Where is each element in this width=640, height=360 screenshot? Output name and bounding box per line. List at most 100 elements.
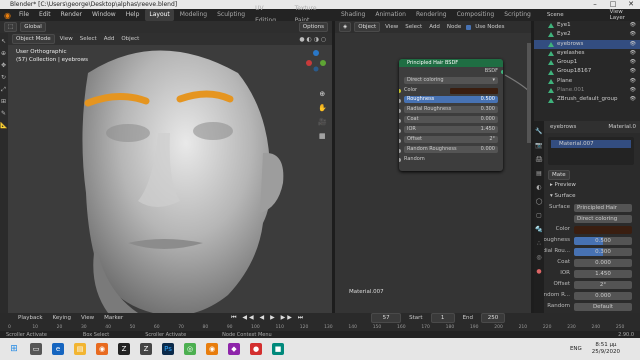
outliner-item[interactable]: Group1 👁 <box>534 58 640 67</box>
material-browse[interactable]: Mate <box>548 169 570 180</box>
outliner-item[interactable]: ZBrush_default_group 👁 <box>534 95 640 104</box>
measure-icon[interactable]: 📐 <box>0 122 7 129</box>
input-socket[interactable] <box>399 108 401 113</box>
node-header[interactable]: Principled Hair BSDF <box>399 59 503 67</box>
visibility-eye-icon[interactable]: 👁 <box>630 86 636 95</box>
blender-taskbar-icon[interactable]: ◉ <box>206 343 218 355</box>
visibility-eye-icon[interactable]: 👁 <box>630 58 636 67</box>
file-explorer-icon[interactable]: ▤ <box>74 343 86 355</box>
transform-orientation-dropdown[interactable]: Global <box>20 22 46 32</box>
property-field[interactable] <box>574 225 632 234</box>
property-field[interactable]: 0.000 <box>574 258 632 267</box>
input-socket[interactable] <box>399 118 401 123</box>
timeline-menu-playback[interactable]: Playback <box>16 315 45 321</box>
timeline-ruler[interactable]: 0 10 20 30 40 50 60 70 80 90 100 110 120 130 140 150 160… <box>0 323 640 331</box>
grid-icon[interactable]: ▦ <box>318 129 327 143</box>
view-layer-tab-icon[interactable]: ▤ <box>534 167 544 181</box>
menu-file[interactable]: File <box>15 9 33 21</box>
viewport-menu-select[interactable]: Select <box>78 36 99 42</box>
input-socket[interactable] <box>399 148 401 153</box>
visibility-eye-icon[interactable]: 👁 <box>630 77 636 86</box>
node-input-field[interactable]: Random Roughness 0.000 <box>404 146 498 153</box>
menu-window[interactable]: Window <box>88 9 120 21</box>
node-menu-node[interactable]: Node <box>445 24 463 30</box>
zbrush-alt-icon[interactable]: Z <box>140 343 152 355</box>
app-icon-9[interactable]: ◆ <box>228 343 240 355</box>
visibility-eye-icon[interactable]: 👁 <box>630 67 636 76</box>
timeline-menu-keying[interactable]: Keying <box>51 315 73 321</box>
input-socket[interactable] <box>399 138 401 143</box>
input-socket[interactable] <box>399 88 401 93</box>
camera-icon[interactable]: 🎥 <box>318 115 327 129</box>
visibility-eye-icon[interactable]: 👁 <box>630 49 636 58</box>
object-tab-icon[interactable]: ▢ <box>534 209 544 223</box>
input-socket[interactable] <box>399 128 401 133</box>
blender-logo-icon[interactable]: ◉ <box>4 11 11 20</box>
rotate-icon[interactable]: ↻ <box>0 74 7 81</box>
preview-panel-header[interactable]: ▸ Preview <box>534 180 640 191</box>
property-field[interactable]: 0.300 <box>574 247 632 256</box>
property-field[interactable]: 1.450 <box>574 269 632 278</box>
input-socket[interactable] <box>399 157 401 162</box>
node-input-field[interactable]: Radial Roughness 0.300 <box>404 106 498 113</box>
current-frame-field[interactable]: 57 <box>371 313 402 323</box>
mode-dropdown[interactable]: Object Mode <box>12 34 55 44</box>
shader-type-dropdown[interactable]: Object <box>354 22 381 32</box>
workspace-tab-shading[interactable]: Shading <box>337 9 369 21</box>
property-field[interactable]: 0.500 <box>574 236 632 245</box>
taskbar-language[interactable]: ENG <box>570 346 582 352</box>
workspace-tab-sculpting[interactable]: Sculpting <box>213 9 249 21</box>
viewport-menu-object[interactable]: Object <box>119 36 141 42</box>
material-tab[interactable]: Material.0 <box>608 124 636 130</box>
visibility-eye-icon[interactable]: 👁 <box>630 95 636 104</box>
menu-help[interactable]: Help <box>122 9 144 21</box>
menu-edit[interactable]: Edit <box>35 9 55 21</box>
scene-tab-icon[interactable]: ◐ <box>534 181 544 195</box>
app-icon-10[interactable]: ● <box>250 343 262 355</box>
chrome-icon[interactable]: ◎ <box>184 343 196 355</box>
node-input-field[interactable]: Coat 0.000 <box>404 116 498 123</box>
node-input-field[interactable]: IOR 1.450 <box>404 126 498 133</box>
workspace-tab-compositing[interactable]: Compositing <box>453 9 499 21</box>
material-tab-icon[interactable]: ● <box>534 265 544 279</box>
pan-hand-icon[interactable]: ✋ <box>318 101 327 115</box>
playback-controls[interactable]: ⏮ ◀◀ ◀ ▶ ▶▶ ⏭ <box>231 314 305 322</box>
windows-start-icon[interactable]: ⊞ <box>8 343 20 355</box>
coloring-dropdown[interactable]: Direct coloring <box>574 214 632 223</box>
select-box-icon[interactable]: ↖ <box>0 38 7 45</box>
node-menu-add[interactable]: Add <box>427 24 442 30</box>
bsdf-output-socket[interactable] <box>501 69 503 74</box>
timeline-menu-marker[interactable]: Marker <box>102 315 125 321</box>
node-input-field[interactable]: Roughness 0.500 <box>404 96 498 103</box>
node-input-field[interactable]: Offset 2° <box>404 136 498 143</box>
move-icon[interactable]: ✥ <box>0 62 7 69</box>
property-field[interactable]: Default <box>574 302 632 311</box>
zoom-icon[interactable]: ⊕ <box>318 87 327 101</box>
visibility-eye-icon[interactable]: 👁 <box>630 30 636 39</box>
outliner-item[interactable]: Group18167 👁 <box>534 67 640 76</box>
node-editor-type-icon[interactable]: ◈ <box>339 22 352 32</box>
viewport-menu-view[interactable]: View <box>58 36 75 42</box>
render-tab-icon[interactable]: 📷 <box>534 139 544 153</box>
world-tab-icon[interactable]: ◯ <box>534 195 544 209</box>
workspace-tab-animation[interactable]: Animation <box>371 9 410 21</box>
physics-tab-icon[interactable]: ◎ <box>534 251 544 265</box>
timeline-menu-view[interactable]: View <box>79 315 96 321</box>
select-tool-icon[interactable]: ⬚ <box>4 22 18 32</box>
visibility-eye-icon[interactable]: 👁 <box>630 40 636 49</box>
photoshop-icon[interactable]: Ps <box>162 343 174 355</box>
material-slots-list[interactable]: Material.007 <box>548 137 634 165</box>
options-dropdown[interactable]: Options <box>298 22 328 32</box>
outliner-item[interactable]: eyelashes 👁 <box>534 49 640 58</box>
material-slot-item[interactable]: Material.007 <box>551 140 631 148</box>
workspace-tab-rendering[interactable]: Rendering <box>412 9 451 21</box>
cursor-icon[interactable]: ⊕ <box>0 50 7 57</box>
modifier-tab-icon[interactable]: 🔩 <box>534 223 544 237</box>
transform-icon[interactable]: ⊞ <box>0 98 7 105</box>
color-swatch[interactable] <box>450 87 498 94</box>
use-nodes-checkbox[interactable] <box>466 24 472 30</box>
close-icon[interactable]: ✕ <box>622 0 640 9</box>
zbrush-icon[interactable]: Z <box>118 343 130 355</box>
end-frame-field[interactable]: 250 <box>481 313 506 323</box>
outliner-item[interactable]: eyebrows 👁 <box>534 39 640 49</box>
